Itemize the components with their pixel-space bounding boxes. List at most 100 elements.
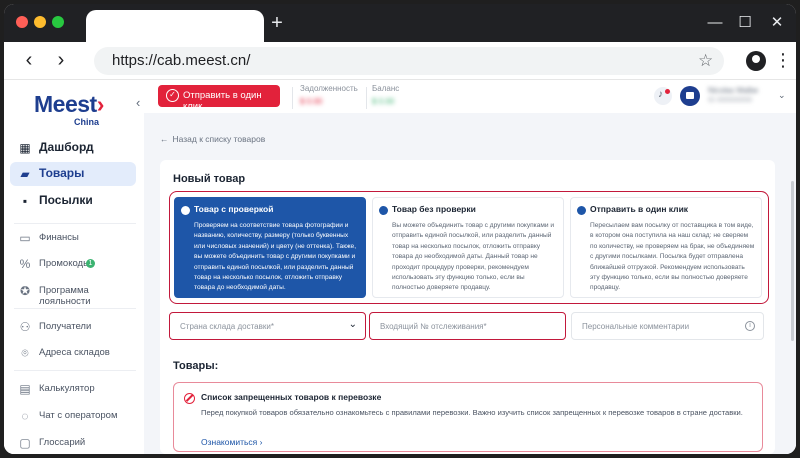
sidebar-item-label: Посылки [39, 193, 93, 207]
debt-label: Задолженность [300, 84, 358, 93]
close-icon[interactable]: ✕ [766, 12, 788, 34]
radio-selected-icon [181, 206, 190, 215]
sidebar-item-label: Глоссарий [39, 437, 86, 448]
scrollbar[interactable] [791, 181, 794, 341]
browser-titlebar: + — ☐ ✕ [4, 4, 796, 42]
logo-subtitle: China [74, 117, 100, 127]
divider [14, 223, 136, 224]
main-content: ← Назад к списку товаров Новый товар Това… [144, 113, 796, 454]
calculator-icon: ▤ [19, 382, 31, 396]
divider [14, 308, 136, 309]
sidebar-item-parcels[interactable]: ▪ Посылки [10, 189, 136, 213]
sidebar-item-goods[interactable]: ▰ Товары [10, 162, 136, 186]
balance-label: Баланс [372, 84, 400, 93]
back-to-goods-link[interactable]: ← Назад к списку товаров [160, 134, 265, 144]
minimize-icon[interactable]: — [704, 12, 726, 34]
arrow-left-icon: ← [160, 134, 169, 144]
balance-value: $ 0.00 [372, 97, 395, 106]
sidebar-item-label: Промокоды [39, 258, 90, 269]
divider [292, 87, 293, 109]
logo-accent-icon: › [96, 91, 105, 117]
option-title: Товар без проверки [392, 204, 476, 214]
divider [366, 87, 367, 109]
option-without-check[interactable]: Товар без проверки Вы можете объединить … [372, 197, 564, 298]
send-icon: ✓ [166, 89, 179, 102]
sidebar-item-label: Дашборд [39, 140, 94, 154]
sidebar-item-label: Адреса складов [39, 347, 110, 358]
divider [14, 370, 136, 371]
chevron-right-icon: › [259, 437, 263, 447]
sidebar-item-label: Получатели [39, 321, 92, 332]
new-goods-card: Новый товар Товар с проверкой Проверяем … [160, 160, 775, 454]
page-title: Новый товар [173, 173, 246, 185]
sidebar-item-label: Калькулятор [39, 383, 95, 394]
info-icon[interactable]: i [745, 321, 755, 331]
radio-icon [379, 206, 388, 215]
read-more-link[interactable]: Ознакомиться › [201, 437, 262, 447]
tracking-number-input[interactable]: Входящий № отслеживания* [369, 312, 566, 340]
close-window-dot[interactable] [16, 16, 28, 28]
minimize-window-dot[interactable] [34, 16, 46, 28]
profile-icon[interactable] [746, 51, 766, 71]
promo-count-badge: 1 [86, 259, 95, 268]
sidebar-item-warehouses[interactable]: ⌾ Адреса складов [10, 341, 136, 365]
bookmark-star-icon[interactable]: ☆ [698, 51, 713, 71]
debt-stat: Задолженность $ 0.00 [300, 84, 358, 106]
debt-value: $ 0.00 [300, 97, 323, 106]
warehouse-country-select[interactable]: Страна склада доставки* ⌄ [169, 312, 366, 340]
sidebar-item-glossary[interactable]: ▢ Глоссарий [10, 431, 136, 454]
maximize-window-dot[interactable] [52, 16, 64, 28]
option-title: Товар с проверкой [194, 204, 274, 214]
back-arrow-icon[interactable]: ‹ [18, 50, 40, 72]
browser-window: + — ☐ ✕ ‹ › https://cab.meest.cn/ ☆ ⋮ Me… [4, 4, 796, 454]
browser-tab[interactable] [86, 10, 264, 42]
star-icon: ✪ [19, 284, 31, 298]
chevron-down-icon[interactable]: ⌄ [778, 90, 786, 101]
address-bar[interactable]: https://cab.meest.cn/ ☆ [94, 47, 724, 75]
radio-icon [577, 206, 586, 215]
sidebar-item-loyalty[interactable]: ✪ Программа лояльности [10, 279, 136, 307]
new-tab-icon[interactable]: + [266, 12, 288, 34]
sidebar-item-calculator[interactable]: ▤ Калькулятор [10, 377, 136, 401]
user-id: ID 000000000 [708, 97, 752, 104]
url-text: https://cab.meest.cn/ [112, 52, 251, 69]
goods-section-title: Товары: [173, 360, 219, 372]
notifications-bell-icon[interactable]: ♪ [654, 87, 672, 105]
sidebar-item-label: Чат с оператором [39, 410, 118, 421]
forward-arrow-icon[interactable]: › [50, 50, 72, 72]
sidebar-item-label: Товары [39, 166, 85, 180]
sidebar-item-label: Программа лояльности [39, 285, 91, 307]
maximize-icon[interactable]: ☐ [734, 12, 756, 34]
balance-stat: Баланс $ 0.00 [372, 84, 399, 106]
chat-icon: ◌ [21, 409, 29, 423]
notification-dot [665, 89, 670, 94]
sidebar-item-chat[interactable]: ◌ Чат с оператором [10, 404, 136, 428]
notice-title: Список запрещенных товаров к перевозке [201, 392, 382, 402]
more-options-icon[interactable]: ⋮ [774, 50, 792, 70]
user-name[interactable]: Nicolas Malbe [708, 86, 758, 95]
sidebar-item-finance[interactable]: ▭ Финансы [10, 226, 136, 250]
sidebar-item-label: Финансы [39, 232, 79, 243]
goods-type-options: Товар с проверкой Проверяем на соответст… [169, 191, 769, 304]
send-one-click-button[interactable]: ✓ Отправить в один клик [158, 85, 280, 112]
notice-description: Перед покупкой товаров обязательно ознак… [201, 408, 743, 417]
sidebar-item-dashboard[interactable]: ▦ Дашборд [10, 136, 136, 160]
avatar[interactable] [680, 86, 700, 106]
option-description: Вы можете объединить товар с другими пок… [392, 222, 555, 292]
personal-comment-input[interactable]: Персональные комментарии i [571, 312, 764, 340]
sidebar-item-promocodes[interactable]: % Промокоды 1 [10, 252, 136, 276]
glossary-icon: ▢ [19, 436, 31, 450]
prohibited-goods-notice: Список запрещенных товаров к перевозке П… [173, 382, 763, 452]
location-pin-icon: ⌾ [21, 346, 29, 360]
app: Meest› China ‹ ▦ Дашборд ▰ Товары ▪ Посы… [4, 81, 796, 454]
option-description: Пересылаем вам посылку от поставщика в т… [590, 222, 755, 292]
option-one-click[interactable]: Отправить в один клик Пересылаем вам пос… [570, 197, 762, 298]
browser-toolbar: ‹ › https://cab.meest.cn/ ☆ ⋮ [4, 42, 796, 80]
promo-icon: % [19, 257, 31, 271]
sidebar-item-recipients[interactable]: ⚇ Получатели [10, 315, 136, 339]
logo[interactable]: Meest› China [34, 91, 105, 127]
option-with-check[interactable]: Товар с проверкой Проверяем на соответст… [174, 197, 366, 298]
collapse-sidebar-icon[interactable]: ‹ [136, 95, 140, 110]
chevron-down-icon: ⌄ [348, 319, 357, 330]
shopping-bag-icon: ▰ [20, 167, 30, 181]
